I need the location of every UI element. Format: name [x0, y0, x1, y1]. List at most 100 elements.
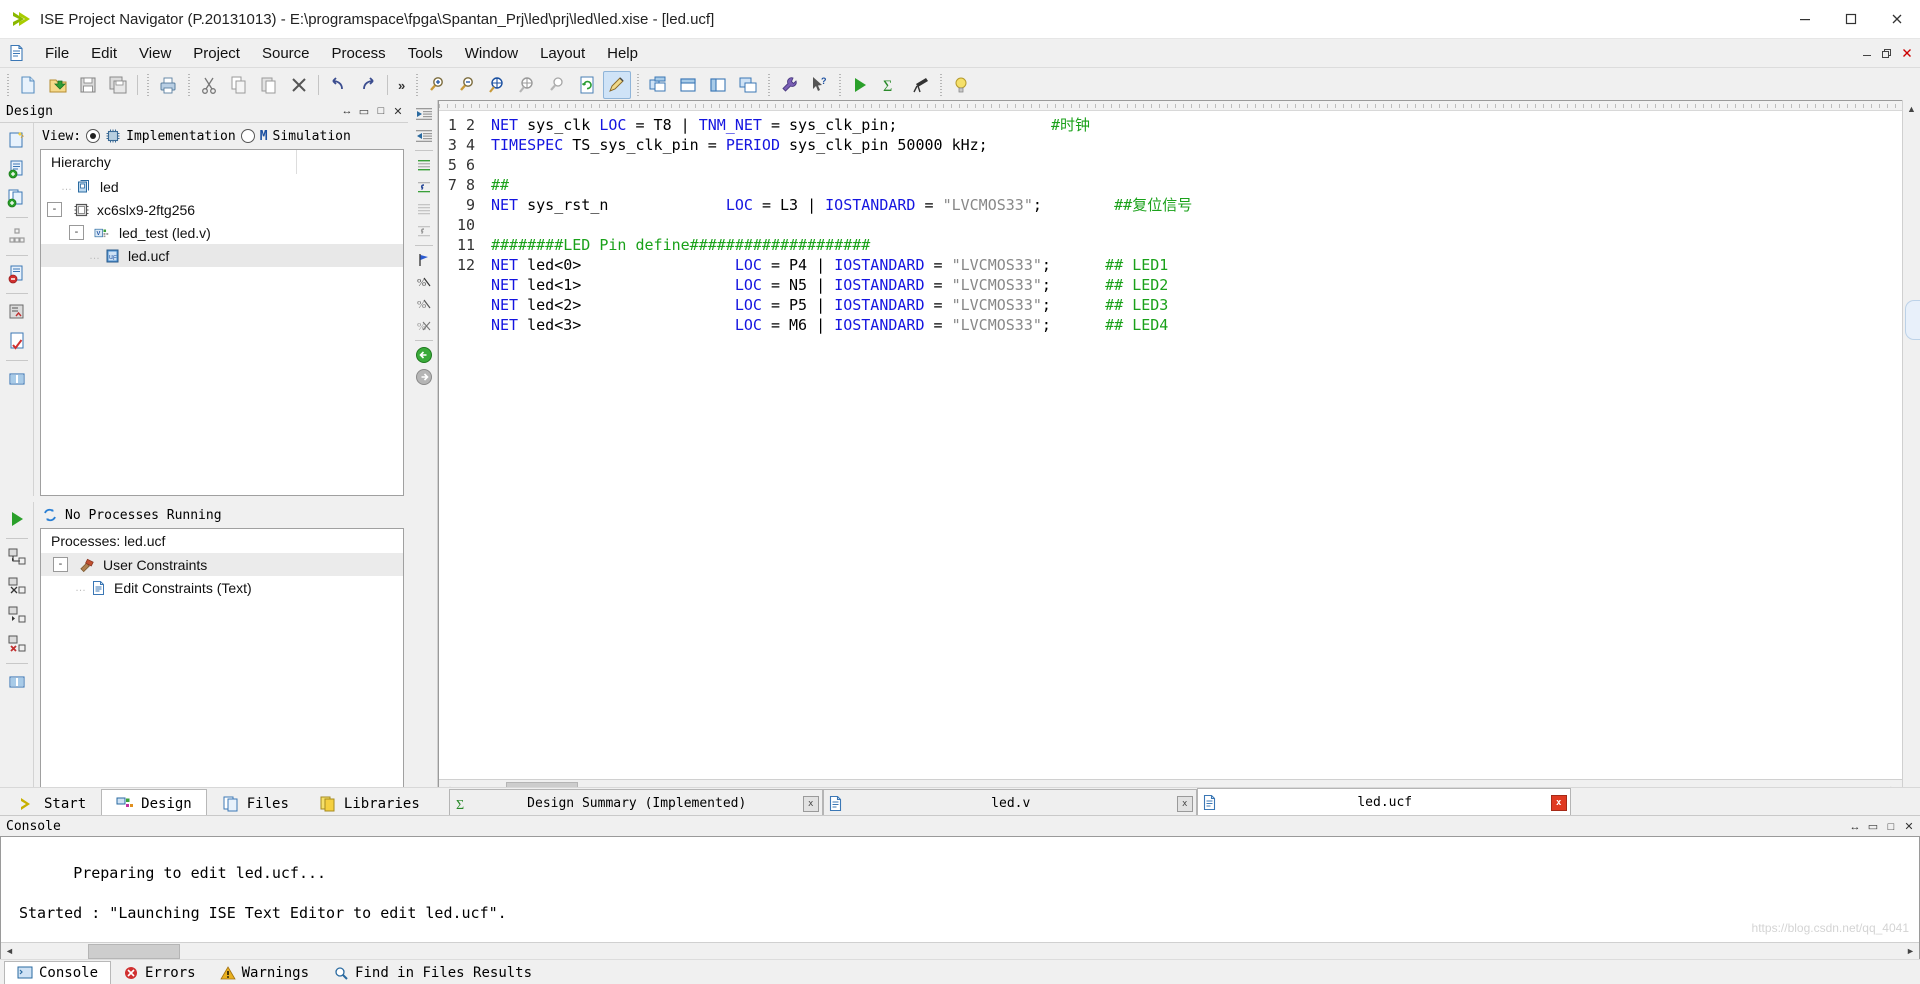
doc-tab-led-v[interactable]: led.v x: [822, 789, 1197, 818]
toolbar-grip-4[interactable]: [413, 74, 421, 96]
flag-icon[interactable]: [413, 249, 435, 270]
toolbar-grip-8[interactable]: [937, 74, 945, 96]
tree-node-led-test[interactable]: - V led_test (led.v): [41, 221, 403, 244]
new-file-icon[interactable]: [14, 71, 42, 99]
console-hscroll-thumb[interactable]: [88, 944, 180, 959]
process-expander[interactable]: -: [53, 557, 68, 572]
right-edge-flyout-handle[interactable]: [1905, 300, 1920, 340]
toolbar-grip-7[interactable]: [836, 74, 844, 96]
menu-file[interactable]: File: [34, 42, 80, 65]
process-node-edit-constraints[interactable]: … Edit Constraints (Text): [41, 576, 403, 599]
editor-code-content[interactable]: NET sys_clk LOC = T8 | TNM_NET = sys_clk…: [483, 111, 1902, 779]
undo-icon[interactable]: [324, 71, 352, 99]
forward-gray-icon[interactable]: [413, 366, 435, 387]
edit-highlight-icon[interactable]: [603, 71, 632, 99]
paste-icon[interactable]: [255, 71, 283, 99]
toolbar-grip-6[interactable]: [765, 74, 773, 96]
indent-right-icon[interactable]: [413, 125, 435, 146]
telescope-icon[interactable]: [906, 71, 934, 99]
console-hscroll-track[interactable]: [18, 943, 1902, 959]
maximize-button[interactable]: [1828, 0, 1874, 38]
status-tab-find-in-files[interactable]: Find in Files Results: [321, 962, 544, 984]
cascade-icon[interactable]: [734, 71, 762, 99]
toolbar-grip-5[interactable]: [634, 74, 642, 96]
menu-view[interactable]: View: [128, 42, 182, 65]
status-tab-errors[interactable]: Errors: [111, 962, 208, 984]
menu-layout[interactable]: Layout: [529, 42, 596, 65]
menu-edit[interactable]: Edit: [80, 42, 128, 65]
radio-simulation[interactable]: [240, 129, 255, 143]
view-design-summary-icon[interactable]: [4, 223, 30, 249]
tab-files[interactable]: Files: [207, 789, 304, 818]
close-x-icon[interactable]: x: [1550, 794, 1567, 811]
toolbar-grip-2[interactable]: [144, 74, 151, 96]
zoom-out-icon[interactable]: [453, 71, 481, 99]
zoom-region-icon[interactable]: [513, 71, 541, 99]
indent-left-icon[interactable]: [413, 103, 435, 124]
doc-tab-led-ucf[interactable]: led.ucf x: [1196, 788, 1571, 818]
breakpoint-clear-icon[interactable]: %: [413, 293, 435, 314]
design-close-icon[interactable]: ✕: [392, 105, 404, 118]
add-copy-source-icon[interactable]: [4, 185, 30, 211]
console-horizontal-scrollbar[interactable]: ◄ ►: [1, 942, 1919, 959]
doc-tab-close-button[interactable]: x: [1548, 794, 1570, 811]
back-green-icon[interactable]: [413, 344, 435, 365]
hierarchy-tree[interactable]: Hierarchy … led - xc6slx9-2ftg256 - V le…: [40, 149, 404, 496]
save-all-icon[interactable]: [104, 71, 132, 99]
run-green-arrow-icon[interactable]: [4, 506, 30, 532]
sum-icon[interactable]: Σ: [876, 71, 904, 99]
doc-tab-design-summary[interactable]: Σ Design Summary (Implemented) x: [448, 789, 823, 818]
editor-vertical-scrollbar[interactable]: ▲ ▼: [1902, 100, 1920, 798]
menu-window[interactable]: Window: [454, 42, 529, 65]
refresh-icon[interactable]: [573, 71, 601, 99]
menu-help[interactable]: Help: [596, 42, 649, 65]
tile-windows-icon[interactable]: [644, 71, 672, 99]
console-restore-icon[interactable]: ▭: [1867, 821, 1879, 833]
console-scroll-right-icon[interactable]: ►: [1902, 943, 1919, 959]
zoom-fit-icon[interactable]: [483, 71, 511, 99]
mdi-close-button[interactable]: [1898, 44, 1916, 62]
new-source-icon[interactable]: [4, 127, 30, 153]
mdi-minimize-button[interactable]: [1858, 44, 1876, 62]
bookmark-undo-icon[interactable]: [413, 220, 435, 241]
zoom-in-icon[interactable]: [423, 71, 451, 99]
breakpoint-toggle-icon[interactable]: %: [413, 271, 435, 292]
bookmark-lines-icon[interactable]: [413, 198, 435, 219]
tab-libraries[interactable]: Libraries: [304, 789, 435, 818]
menu-tools[interactable]: Tools: [397, 42, 454, 65]
tree-expander[interactable]: -: [69, 225, 84, 240]
stop-process-icon[interactable]: [4, 631, 30, 657]
cut-icon[interactable]: [195, 71, 223, 99]
help-pointer-icon[interactable]: ?: [805, 71, 833, 99]
tree-node-device[interactable]: - xc6slx9-2ftg256: [41, 198, 403, 221]
design-summary-icon[interactable]: [4, 669, 30, 695]
toolbar-grip-3[interactable]: [185, 74, 192, 96]
toolbar-grip[interactable]: [4, 74, 11, 96]
menu-process[interactable]: Process: [321, 42, 397, 65]
console-close-icon[interactable]: ✕: [1903, 821, 1915, 833]
design-maximize-icon[interactable]: □: [375, 105, 387, 117]
zoom-select-icon[interactable]: [543, 71, 571, 99]
print-icon[interactable]: [154, 71, 182, 99]
breakpoint-disable-icon[interactable]: %: [413, 315, 435, 336]
design-float-icon[interactable]: ↔: [341, 105, 353, 117]
tree-node-led[interactable]: … led: [41, 175, 403, 198]
status-tab-warnings[interactable]: Warnings: [208, 962, 321, 984]
editor-code-region[interactable]: 1 2 3 4 5 6 7 8 9 10 11 12 NET sys_clk L…: [439, 111, 1902, 779]
bookmark-prev-icon[interactable]: [413, 176, 435, 197]
doc-tab-close-button[interactable]: x: [1174, 795, 1196, 812]
menu-source[interactable]: Source: [251, 42, 321, 65]
console-output[interactable]: Preparing to edit led.ucf... Started : "…: [1, 837, 1919, 942]
save-icon[interactable]: [74, 71, 102, 99]
copy-icon[interactable]: [225, 71, 253, 99]
console-float-icon[interactable]: ↔: [1849, 821, 1861, 833]
implement-top-icon[interactable]: [4, 544, 30, 570]
process-node-user-constraints[interactable]: - User Constraints: [41, 553, 403, 576]
doc-tab-close-button[interactable]: x: [800, 795, 822, 812]
status-tab-console[interactable]: Console: [4, 961, 112, 984]
menu-project[interactable]: Project: [182, 42, 251, 65]
close-button[interactable]: [1874, 0, 1920, 38]
rerun-all-icon[interactable]: [4, 573, 30, 599]
console-maximize-icon[interactable]: □: [1885, 821, 1897, 833]
split-horizontal-icon[interactable]: [674, 71, 702, 99]
